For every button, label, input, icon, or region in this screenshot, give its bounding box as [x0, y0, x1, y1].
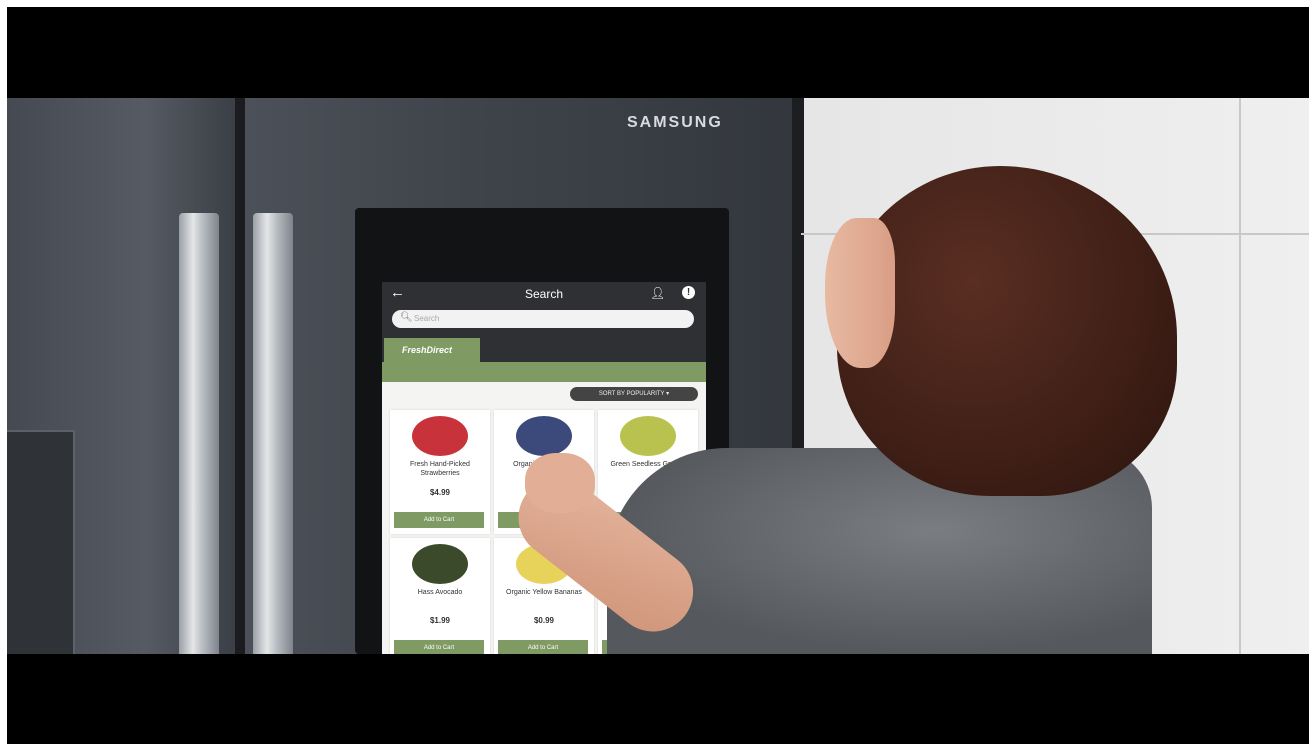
door-gap: [235, 98, 245, 654]
sort-dropdown[interactable]: SORT BY POPULARITY ▾: [570, 387, 698, 401]
info-icon[interactable]: !: [682, 286, 695, 299]
product-name: Organic Yellow Bananas: [506, 589, 582, 596]
product-name: Hass Avocado: [417, 589, 463, 596]
add-to-cart-button[interactable]: Add to Cart: [394, 640, 484, 654]
tab-freshdirect[interactable]: FreshDirect: [384, 338, 480, 362]
app-topbar: ← Search 👤︎ !: [382, 282, 706, 306]
add-to-cart-button[interactable]: Add to Cart: [498, 640, 588, 654]
store-tab-row: FreshDirect: [382, 338, 706, 362]
add-to-cart-button[interactable]: Add to Cart: [394, 512, 484, 528]
product-price: $0.99: [533, 616, 555, 625]
fridge-handle-left: [179, 213, 219, 654]
search-icon: 🔍︎: [400, 312, 413, 323]
search-placeholder: Search: [414, 314, 440, 323]
search-row: 🔍︎ Search: [382, 306, 706, 338]
product-image: [516, 416, 572, 456]
fridge-handle-right: [253, 213, 293, 654]
breadcrumb: [382, 362, 706, 382]
woman-face: [825, 218, 895, 368]
product-price: $4.99: [429, 488, 451, 497]
kitchen-scene: SAMSUNG ← Search 👤︎ ! 🔍︎ Search FreshDir…: [7, 98, 1309, 654]
product-price: $1.99: [429, 616, 451, 625]
product-image: [412, 416, 468, 456]
samsung-logo: SAMSUNG: [627, 114, 723, 131]
product-name: Fresh Hand-Picked Strawberries: [410, 461, 470, 477]
search-input[interactable]: 🔍︎ Search: [392, 310, 694, 328]
video-frame: SAMSUNG ← Search 👤︎ ! 🔍︎ Search FreshDir…: [7, 7, 1309, 744]
wall-tile-line: [1239, 98, 1241, 654]
user-icon[interactable]: 👤︎: [650, 286, 665, 300]
product-card[interactable]: Hass Avocado $1.99 Add to Cart: [390, 538, 490, 654]
woman-hand: [525, 453, 595, 513]
product-image: [620, 416, 676, 456]
water-dispenser: [7, 430, 75, 654]
product-card[interactable]: Fresh Hand-Picked Strawberries $4.99 Add…: [390, 410, 490, 534]
product-image: [412, 544, 468, 584]
